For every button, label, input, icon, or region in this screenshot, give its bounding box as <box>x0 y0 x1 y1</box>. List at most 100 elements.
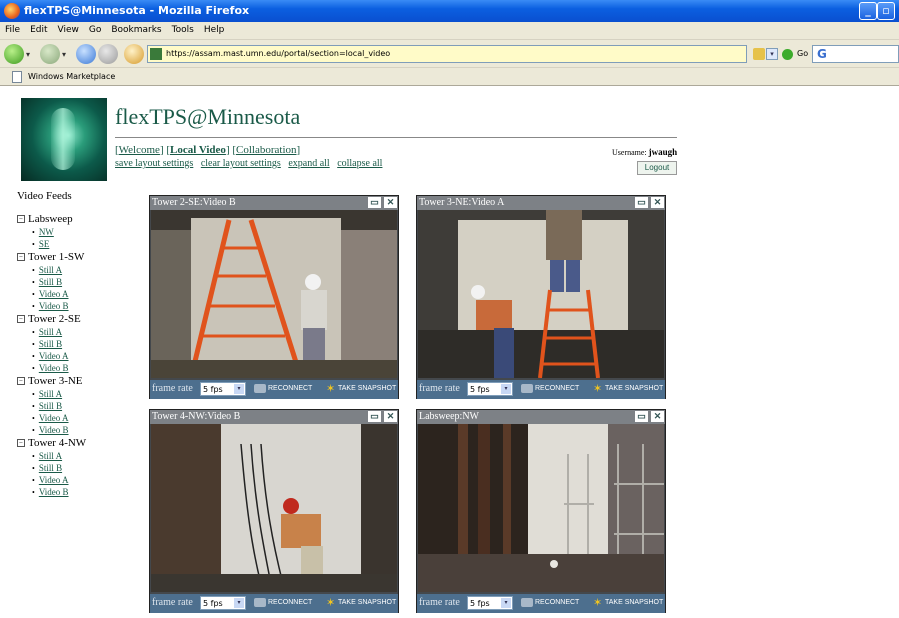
feed-list-item: NW <box>32 226 86 238</box>
take-snapshot-button[interactable]: TAKE SNAPSHOT <box>326 596 396 610</box>
menu-tools[interactable]: Tools <box>167 23 199 35</box>
go-label[interactable]: Go <box>797 49 808 58</box>
feed-group-toggle[interactable]: − Tower 1-SW <box>17 251 86 264</box>
clear-layout-link[interactable]: clear layout settings <box>201 158 281 169</box>
close-icon[interactable]: ✕ <box>384 411 397 422</box>
local-video-link[interactable]: Local Video <box>170 144 226 156</box>
collapse-icon[interactable]: − <box>17 377 25 386</box>
forward-icon[interactable] <box>40 44 60 64</box>
video-feed <box>418 210 664 378</box>
window-title: flexTPS@Minnesota - Mozilla Firefox <box>24 4 250 17</box>
welcome-link[interactable]: Welcome <box>119 144 160 156</box>
frame-rate-select[interactable]: 5 fps ▾ <box>467 382 513 396</box>
feed-link[interactable]: Still A <box>39 327 62 337</box>
close-icon[interactable]: ✕ <box>384 197 397 208</box>
collapse-icon[interactable]: − <box>17 253 25 262</box>
feed-group-label: Tower 2-SE <box>28 313 81 325</box>
panel-header: Tower 2-SE:Video B ▭ ✕ <box>150 196 398 210</box>
popout-icon[interactable]: ▭ <box>368 197 381 208</box>
menu-edit[interactable]: Edit <box>25 23 52 35</box>
frame-rate-select[interactable]: 5 fps ▾ <box>200 382 246 396</box>
stop-icon[interactable] <box>98 44 118 64</box>
back-icon[interactable] <box>4 44 24 64</box>
menu-file[interactable]: File <box>0 23 25 35</box>
collaboration-link[interactable]: Collaboration <box>236 144 297 156</box>
reconnect-button[interactable]: RECONNECT <box>254 596 312 610</box>
navigation-toolbar: ▾ ▾ https://assam.mast.umn.edu/portal/se… <box>0 40 899 68</box>
frame-rate-select[interactable]: 5 fps ▾ <box>467 596 513 610</box>
home-icon[interactable] <box>124 44 144 64</box>
feed-list-item: Still B <box>32 338 86 350</box>
feed-group-toggle[interactable]: − Tower 3-NE <box>17 375 86 388</box>
maximize-icon[interactable]: ▫ <box>877 2 895 20</box>
feed-group-toggle[interactable]: − Labsweep <box>17 213 86 226</box>
feed-link[interactable]: NW <box>39 227 54 237</box>
reconnect-button[interactable]: RECONNECT <box>521 382 579 396</box>
video-feeds-heading: Video Feeds <box>17 190 72 202</box>
menu-go[interactable]: Go <box>84 23 106 35</box>
popout-icon[interactable]: ▭ <box>635 411 648 422</box>
reconnect-button[interactable]: RECONNECT <box>521 596 579 610</box>
address-bar[interactable]: https://assam.mast.umn.edu/portal/sectio… <box>147 45 747 63</box>
expand-all-link[interactable]: expand all <box>288 158 329 169</box>
take-snapshot-button[interactable]: TAKE SNAPSHOT <box>326 382 396 396</box>
video-panel-tower3-ne-video-a: Tower 3-NE:Video A ▭ ✕ frame rate 5 fps ▾… <box>416 195 666 399</box>
bookmark-windows-marketplace[interactable]: Windows Marketplace <box>28 72 115 81</box>
feed-link[interactable]: Video A <box>39 289 69 299</box>
take-snapshot-button[interactable]: TAKE SNAPSHOT <box>593 382 663 396</box>
lock-icon[interactable] <box>753 48 765 60</box>
chevron-down-icon: ▾ <box>234 598 244 608</box>
panel-footer: frame rate 5 fps▾ RECONNECT TAKE SNAPSHO… <box>417 380 665 399</box>
feed-link[interactable]: Video A <box>39 351 69 361</box>
video-feeds-tree: −LabsweepNWSE−Tower 1-SWStill AStill BVi… <box>17 213 86 499</box>
feed-group-toggle[interactable]: − Tower 2-SE <box>17 313 86 326</box>
feed-list-item: Still B <box>32 276 86 288</box>
save-layout-link[interactable]: save layout settings <box>115 158 193 169</box>
frame-rate-select[interactable]: 5 fps ▾ <box>200 596 246 610</box>
feed-link[interactable]: Still B <box>39 277 62 287</box>
feed-link[interactable]: SE <box>39 239 50 249</box>
menu-bookmarks[interactable]: Bookmarks <box>106 23 166 35</box>
forward-dropdown-icon[interactable]: ▾ <box>62 50 66 59</box>
feed-link[interactable]: Video A <box>39 413 69 423</box>
feed-link[interactable]: Still A <box>39 265 62 275</box>
feed-link[interactable]: Still A <box>39 451 62 461</box>
feed-link[interactable]: Still B <box>39 463 62 473</box>
go-icon[interactable] <box>782 49 793 60</box>
collapse-all-link[interactable]: collapse all <box>337 158 382 169</box>
close-icon[interactable]: ✕ <box>651 197 664 208</box>
feed-link[interactable]: Still B <box>39 401 62 411</box>
popout-icon[interactable]: ▭ <box>635 197 648 208</box>
take-snapshot-button[interactable]: TAKE SNAPSHOT <box>593 596 663 610</box>
panel-footer: frame rate 5 fps▾ RECONNECT TAKE SNAPSHO… <box>150 380 398 399</box>
feed-link[interactable]: Video B <box>39 425 69 435</box>
feed-link[interactable]: Video A <box>39 475 69 485</box>
feed-group-toggle[interactable]: − Tower 4-NW <box>17 437 86 450</box>
frame-rate-label: frame rate <box>152 383 193 394</box>
menu-help[interactable]: Help <box>199 23 230 35</box>
feed-group-label: Tower 4-NW <box>28 437 87 449</box>
search-engine-icon: G <box>817 47 827 61</box>
feed-group: −Tower 4-NWStill AStill BVideo AVideo B <box>17 437 86 498</box>
collapse-icon[interactable]: − <box>17 215 25 224</box>
search-input[interactable]: G <box>812 45 899 63</box>
reload-icon[interactable] <box>76 44 96 64</box>
feed-link[interactable]: Still A <box>39 389 62 399</box>
back-dropdown-icon[interactable]: ▾ <box>26 50 30 59</box>
feed-link[interactable]: Video B <box>39 301 69 311</box>
collapse-icon[interactable]: − <box>17 439 25 448</box>
minimize-icon[interactable]: _ <box>859 2 877 20</box>
reconnect-button[interactable]: RECONNECT <box>254 382 312 396</box>
feed-link[interactable]: Still B <box>39 339 62 349</box>
feed-link[interactable]: Video B <box>39 363 69 373</box>
menu-view[interactable]: View <box>53 23 84 35</box>
popout-icon[interactable]: ▭ <box>368 411 381 422</box>
collapse-icon[interactable]: − <box>17 315 25 324</box>
feed-list-item: Video A <box>32 350 86 362</box>
close-icon[interactable]: ✕ <box>651 411 664 422</box>
logout-button[interactable]: Logout <box>637 161 677 175</box>
history-dropdown-icon[interactable]: ▾ <box>766 48 778 60</box>
video-panel-labsweep-nw: Labsweep:NW ▭ ✕ frame rate 5 fps ▾ RECONN… <box>416 409 666 613</box>
feed-link[interactable]: Video B <box>39 487 69 497</box>
chevron-down-icon: ▾ <box>501 598 511 608</box>
